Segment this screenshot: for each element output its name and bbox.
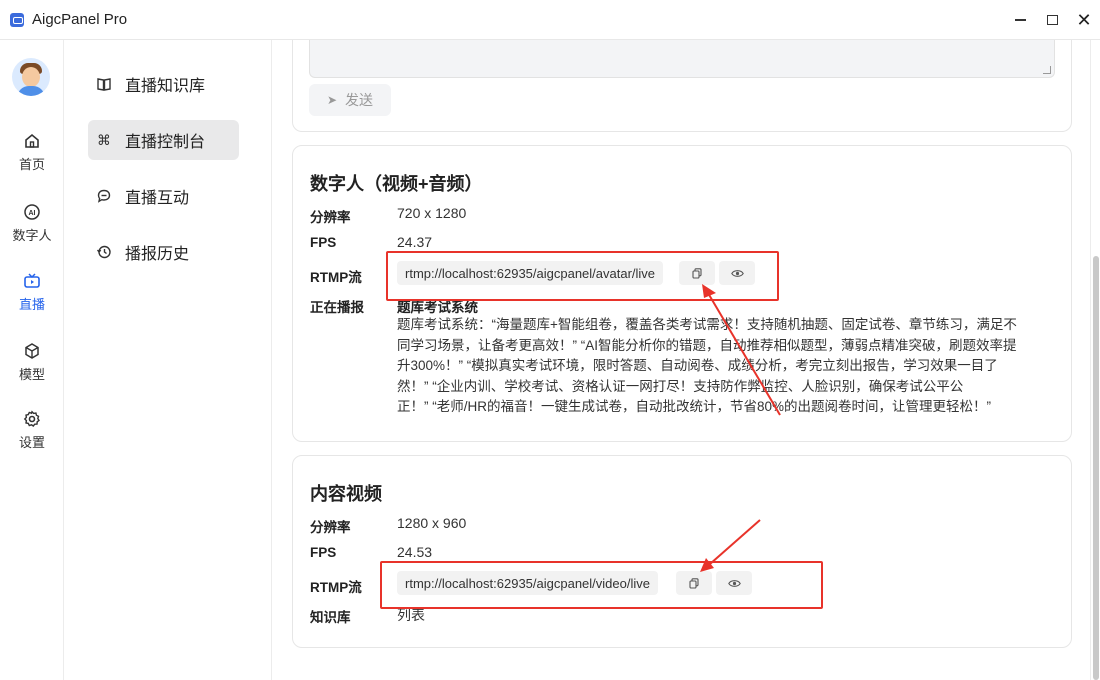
playing-label: 正在播报 — [310, 300, 364, 315]
nav-item-digital-human[interactable]: AI 数字人 — [0, 203, 64, 244]
send-button[interactable]: ➤ 发送 — [309, 84, 391, 116]
minimize-icon — [1014, 19, 1026, 21]
maximize-icon — [1046, 15, 1058, 25]
fps-value: 24.37 — [397, 234, 433, 250]
video-card-title: 内容视频 — [310, 484, 382, 504]
playing-line: 升300%！” “模拟真实考试环境，限时答题、自动阅卷、成绩分析，考完立刻出报告… — [397, 358, 998, 373]
book-icon — [97, 78, 111, 91]
nav-item-settings[interactable]: 设置 — [0, 410, 64, 451]
kb-label: 知识库 — [310, 610, 351, 625]
command-icon: ⌘ — [97, 131, 111, 148]
app-logo-icon — [10, 12, 24, 27]
menu-label-interaction: 直播互动 — [125, 190, 190, 207]
message-textarea[interactable] — [309, 40, 1055, 78]
menu-item-knowledge-base[interactable]: 直播知识库 — [88, 64, 239, 104]
avatar-rtmp-highlight — [386, 251, 779, 301]
menu-item-history[interactable]: 播报历史 — [88, 232, 239, 272]
avatar-shirt — [17, 86, 45, 96]
resolution-label: 分辨率 — [310, 210, 351, 225]
nav-label-digital-human: 数字人 — [12, 228, 52, 243]
send-label: 发送 — [345, 92, 374, 108]
minimize-button[interactable] — [1004, 0, 1036, 40]
avatar-face — [22, 67, 40, 87]
send-icon: ➤ — [326, 93, 338, 107]
maximize-button[interactable] — [1036, 0, 1068, 40]
nav-label-live: 直播 — [18, 297, 45, 312]
menu-label-console: 直播控制台 — [125, 134, 206, 151]
nav-label-home: 首页 — [18, 157, 45, 172]
playing-line: 同学习场景，让备考更高效！” “AI智能分析你的错题，自动推荐相似题型，薄弱点精… — [397, 337, 1017, 353]
menu-item-console[interactable]: ⌘ 直播控制台 — [88, 120, 239, 160]
fps-label: FPS — [310, 235, 337, 250]
playing-line: 然！” “企业内训、学校考试、资格认证一网打尽！支持防作弊监控、人脸识别，确保考… — [397, 378, 964, 394]
tv-icon — [24, 273, 40, 288]
resize-grip-icon[interactable] — [1043, 66, 1051, 74]
history-icon — [96, 245, 111, 259]
svg-text:AI: AI — [29, 210, 36, 217]
video-rtmp-highlight — [380, 561, 823, 609]
chat-icon — [97, 189, 111, 203]
ai-icon: AI — [24, 204, 40, 220]
scrollbar-thumb[interactable] — [1093, 256, 1099, 680]
video-resolution-label: 分辨率 — [310, 520, 351, 535]
rtmp-label: RTMP流 — [310, 270, 362, 285]
app-title: AigcPanel Pro — [32, 11, 128, 28]
nav-item-home[interactable]: 首页 — [0, 132, 64, 173]
nav-label-settings: 设置 — [18, 435, 45, 450]
playing-content: 题库考试系统：“海量题库+智能组卷，覆盖各类考试需求！支持随机抽题、固定试卷、章… — [397, 315, 1059, 418]
video-fps-label: FPS — [310, 545, 337, 560]
menu-label-knowledge-base: 直播知识库 — [125, 78, 206, 95]
nav-label-model: 模型 — [18, 367, 45, 382]
video-resolution-value: 1280 x 960 — [397, 515, 467, 531]
scrollbar[interactable] — [1090, 40, 1100, 680]
resolution-value: 720 x 1280 — [397, 205, 467, 221]
send-card: ➤ 发送 — [292, 40, 1072, 132]
playing-line: 题库考试系统：“海量题库+智能组卷，覆盖各类考试需求！支持随机抽题、固定试卷、章… — [397, 317, 1017, 332]
menu-item-interaction[interactable]: 直播互动 — [88, 176, 239, 216]
nav-item-model[interactable]: 模型 — [0, 342, 64, 383]
cube-icon — [25, 343, 39, 359]
gear-icon — [23, 410, 40, 427]
nav-item-live[interactable]: 直播 — [0, 272, 64, 313]
playing-line: 正！” “老师/HR的福音！一键生成试卷，自动批改统计，节省80%的出题阅卷时间… — [397, 399, 992, 414]
video-rtmp-label: RTMP流 — [310, 580, 362, 595]
menu-label-history: 播报历史 — [125, 246, 190, 263]
video-fps-value: 24.53 — [397, 544, 433, 560]
avatar-card-title: 数字人（视频+音频） — [310, 174, 483, 194]
primary-sidebar: 首页 AI 数字人 直播 模型 设置 — [0, 40, 64, 680]
video-stream-card: 内容视频 分辨率 1280 x 960 FPS 24.53 RTMP流 rtmp… — [292, 455, 1072, 648]
title-bar: AigcPanel Pro ✕ — [0, 0, 1100, 40]
home-icon — [25, 133, 39, 148]
user-avatar[interactable] — [12, 58, 50, 96]
close-button[interactable]: ✕ — [1068, 0, 1100, 40]
window-controls: ✕ — [1004, 0, 1100, 40]
secondary-sidebar: 直播知识库 ⌘ 直播控制台 直播互动 播报历史 — [64, 40, 272, 680]
